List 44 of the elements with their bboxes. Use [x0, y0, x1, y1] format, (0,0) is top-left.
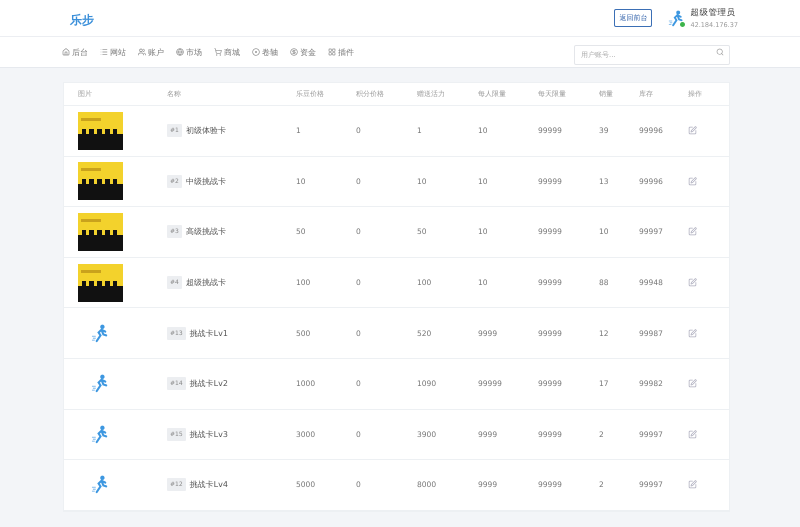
nav-item[interactable]: 资金 [290, 46, 316, 58]
nav-item[interactable]: 后台 [62, 46, 88, 58]
item-name: 中级挑战卡 [186, 176, 226, 187]
users-icon [138, 48, 146, 56]
nav-item[interactable]: 商城 [214, 46, 240, 58]
edit-icon[interactable] [688, 328, 697, 338]
nav-item[interactable]: 卷轴 [252, 46, 278, 58]
card-image-drawing [78, 264, 123, 302]
runner-icon [91, 475, 110, 494]
item-name: 挑战卡Lv3 [190, 428, 228, 440]
edit-icon[interactable] [688, 379, 697, 388]
edit-icon[interactable] [688, 430, 697, 439]
grid-icon [328, 48, 336, 56]
runner-icon [91, 374, 110, 394]
logo[interactable]: 乐步 [70, 12, 94, 28]
item-name: 高级挑战卡 [186, 226, 226, 238]
disc-icon [252, 48, 260, 56]
nav-item[interactable]: 市场 [176, 46, 202, 58]
runner-icon [91, 424, 110, 444]
item-name: 超级挑战卡 [186, 277, 226, 288]
globe-icon [176, 48, 184, 56]
nav-item[interactable]: 网站 [100, 46, 126, 58]
search-icon[interactable] [716, 48, 724, 56]
nav-item[interactable]: 账户 [138, 46, 164, 58]
card-image-drawing [78, 112, 123, 150]
nav-item[interactable]: 插件 [328, 46, 354, 58]
item-name: 挑战卡Lv2 [190, 378, 228, 390]
user-name: 超级管理员 [690, 7, 736, 19]
edit-icon[interactable] [688, 480, 697, 490]
edit-icon[interactable] [688, 278, 697, 288]
edit-icon[interactable] [688, 126, 697, 136]
edit-icon[interactable] [688, 227, 697, 236]
edit-icon[interactable] [688, 176, 697, 186]
item-name: 挑战卡Lv4 [190, 479, 228, 490]
list-icon [100, 48, 108, 56]
item-name: 初级体验卡 [186, 125, 226, 136]
home-icon [62, 48, 70, 56]
cart-icon [214, 48, 222, 56]
card-image-drawing [78, 162, 123, 200]
coin-icon [290, 48, 298, 56]
runner-icon [91, 324, 110, 343]
avatar-runner-icon [668, 10, 686, 26]
item-name: 挑战卡Lv1 [190, 328, 228, 339]
card-image-drawing [78, 212, 123, 251]
